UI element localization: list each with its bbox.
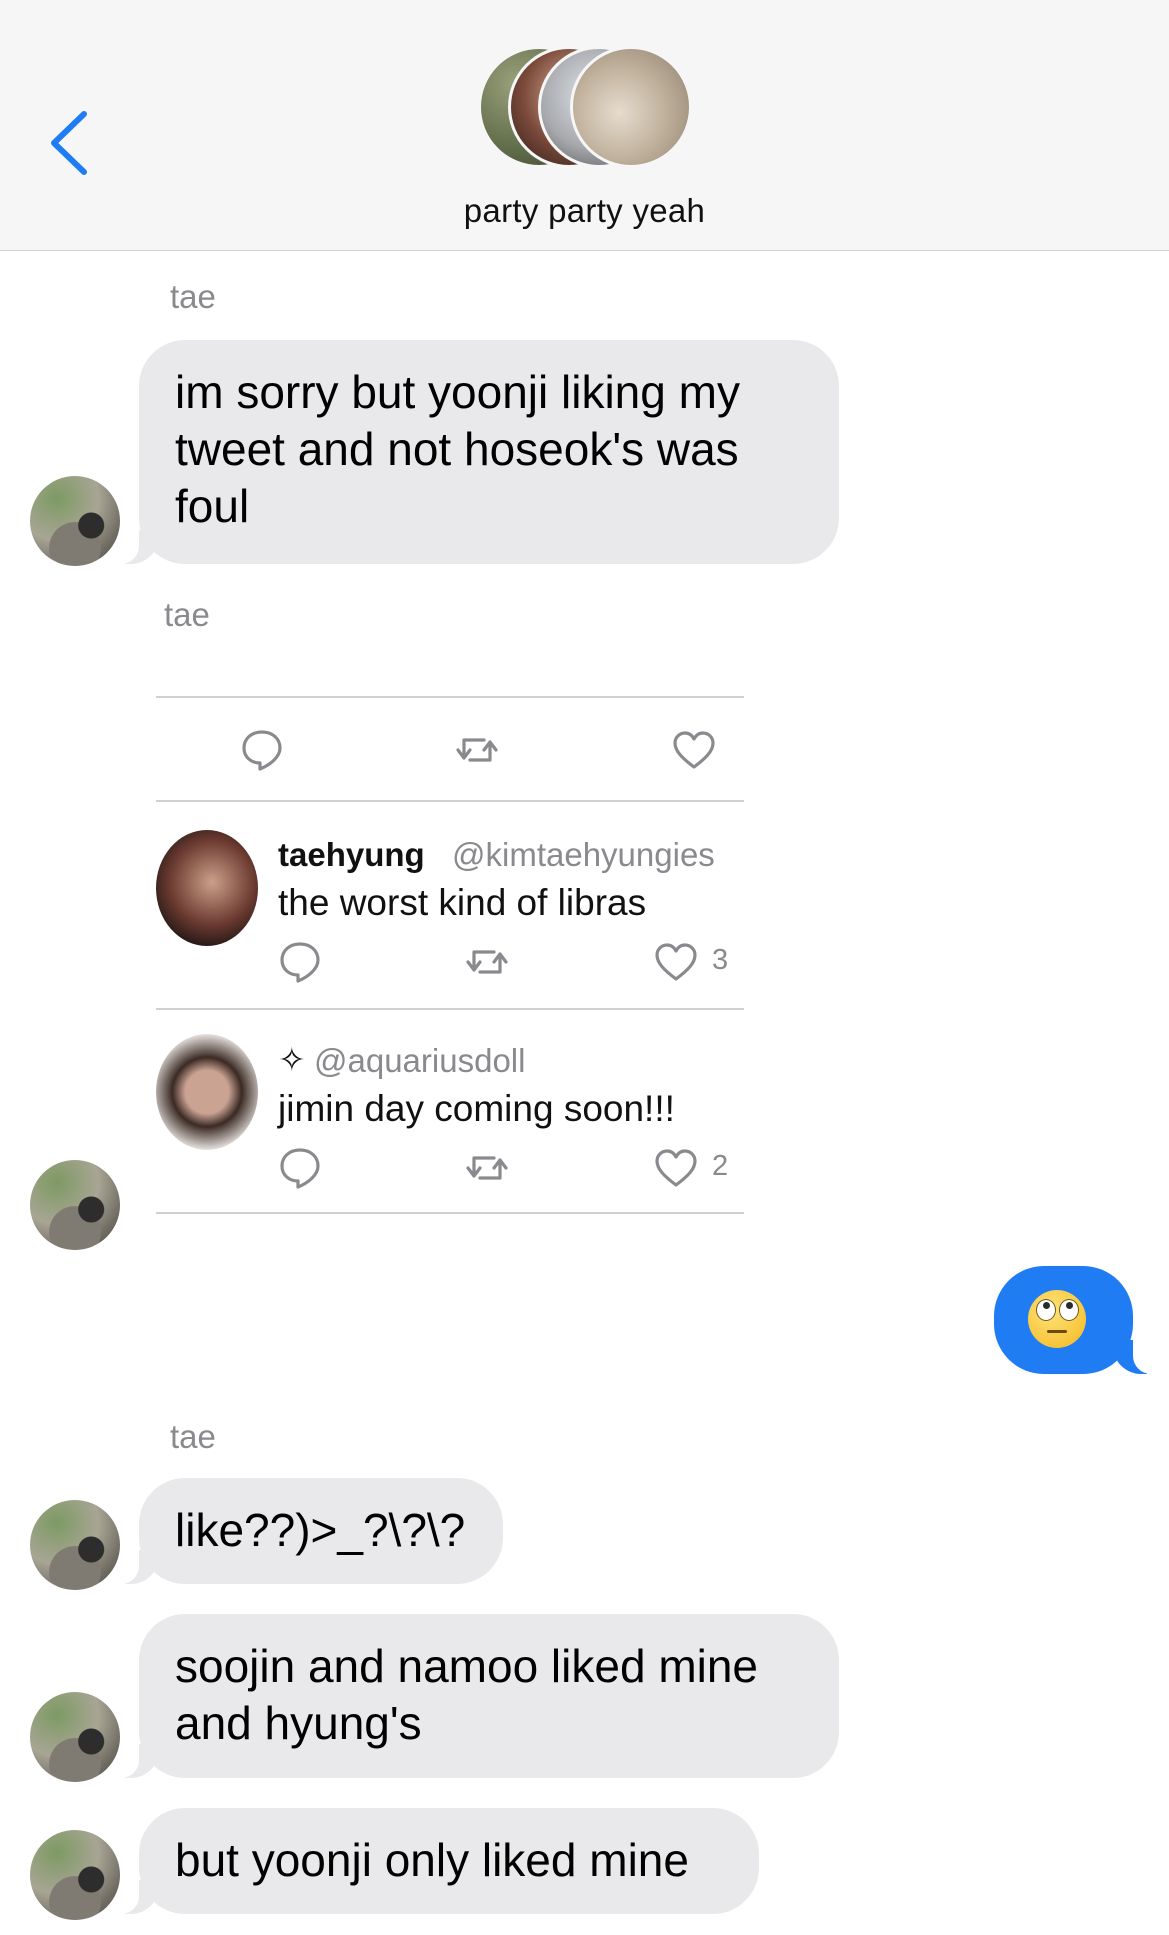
reply-icon[interactable] xyxy=(278,940,322,984)
avatar[interactable] xyxy=(30,476,120,566)
message-line: tweet and not hoseok's was xyxy=(175,423,739,475)
like-count: 2 xyxy=(712,1150,729,1182)
avatar[interactable] xyxy=(30,1160,120,1250)
message-line: and hyung's xyxy=(175,1697,422,1749)
sender-name: tae xyxy=(170,278,216,315)
message-line: im sorry but yoonji liking my xyxy=(175,366,740,418)
like-icon[interactable] xyxy=(654,942,698,982)
message-bubble[interactable]: soojin and namoo liked mine and hyung's xyxy=(113,1614,839,1778)
avatar[interactable] xyxy=(30,1500,120,1590)
reply-icon[interactable] xyxy=(278,1146,322,1190)
tweet-author-name[interactable]: taehyung xyxy=(278,836,425,874)
conversation-header: party party yeah xyxy=(0,0,1169,251)
my-message-bubble[interactable] xyxy=(994,1266,1159,1374)
avatar[interactable] xyxy=(30,1692,120,1782)
tweet-avatar[interactable] xyxy=(156,830,258,946)
divider xyxy=(156,696,744,698)
message-line: foul xyxy=(175,480,250,532)
message-line: soojin and namoo liked mine xyxy=(175,1640,759,1692)
group-avatar-4 xyxy=(570,46,692,168)
reply-icon[interactable] xyxy=(240,728,284,772)
retweet-icon[interactable] xyxy=(454,728,500,772)
message-line: but yoonji only liked mine xyxy=(175,1834,689,1886)
message-line: like??)>_?\?\? xyxy=(175,1504,466,1556)
tweet-avatar[interactable] xyxy=(156,1034,258,1150)
tweet-text: the worst kind of libras xyxy=(278,882,647,923)
like-count: 3 xyxy=(712,944,729,976)
message-bubble[interactable]: im sorry but yoonji liking my tweet and … xyxy=(113,340,839,564)
message-bubble[interactable]: like??)>_?\?\? xyxy=(113,1478,503,1584)
divider xyxy=(156,800,744,802)
rolling-eyes-emoji-icon xyxy=(1028,1290,1086,1348)
retweet-icon[interactable] xyxy=(464,940,510,984)
tweet-text: jimin day coming soon!!! xyxy=(278,1088,675,1129)
like-icon[interactable] xyxy=(654,1148,698,1188)
like-icon[interactable] xyxy=(672,730,716,770)
tweet-author-handle[interactable]: @kimtaehyungies xyxy=(452,836,715,874)
divider xyxy=(156,1008,744,1010)
avatar[interactable] xyxy=(30,1830,120,1920)
retweet-icon[interactable] xyxy=(464,1146,510,1190)
group-avatar-stack[interactable] xyxy=(478,46,698,172)
sender-name: tae xyxy=(170,1418,216,1455)
tweet-author-name[interactable]: ✧ xyxy=(278,1040,306,1079)
sender-name: tae xyxy=(164,596,210,633)
chevron-left-icon[interactable] xyxy=(44,108,100,178)
message-bubble[interactable]: but yoonji only liked mine xyxy=(113,1808,759,1914)
divider xyxy=(156,1212,744,1214)
group-title[interactable]: party party yeah xyxy=(0,192,1169,230)
tweet-author-handle[interactable]: @aquariusdoll xyxy=(314,1042,525,1080)
